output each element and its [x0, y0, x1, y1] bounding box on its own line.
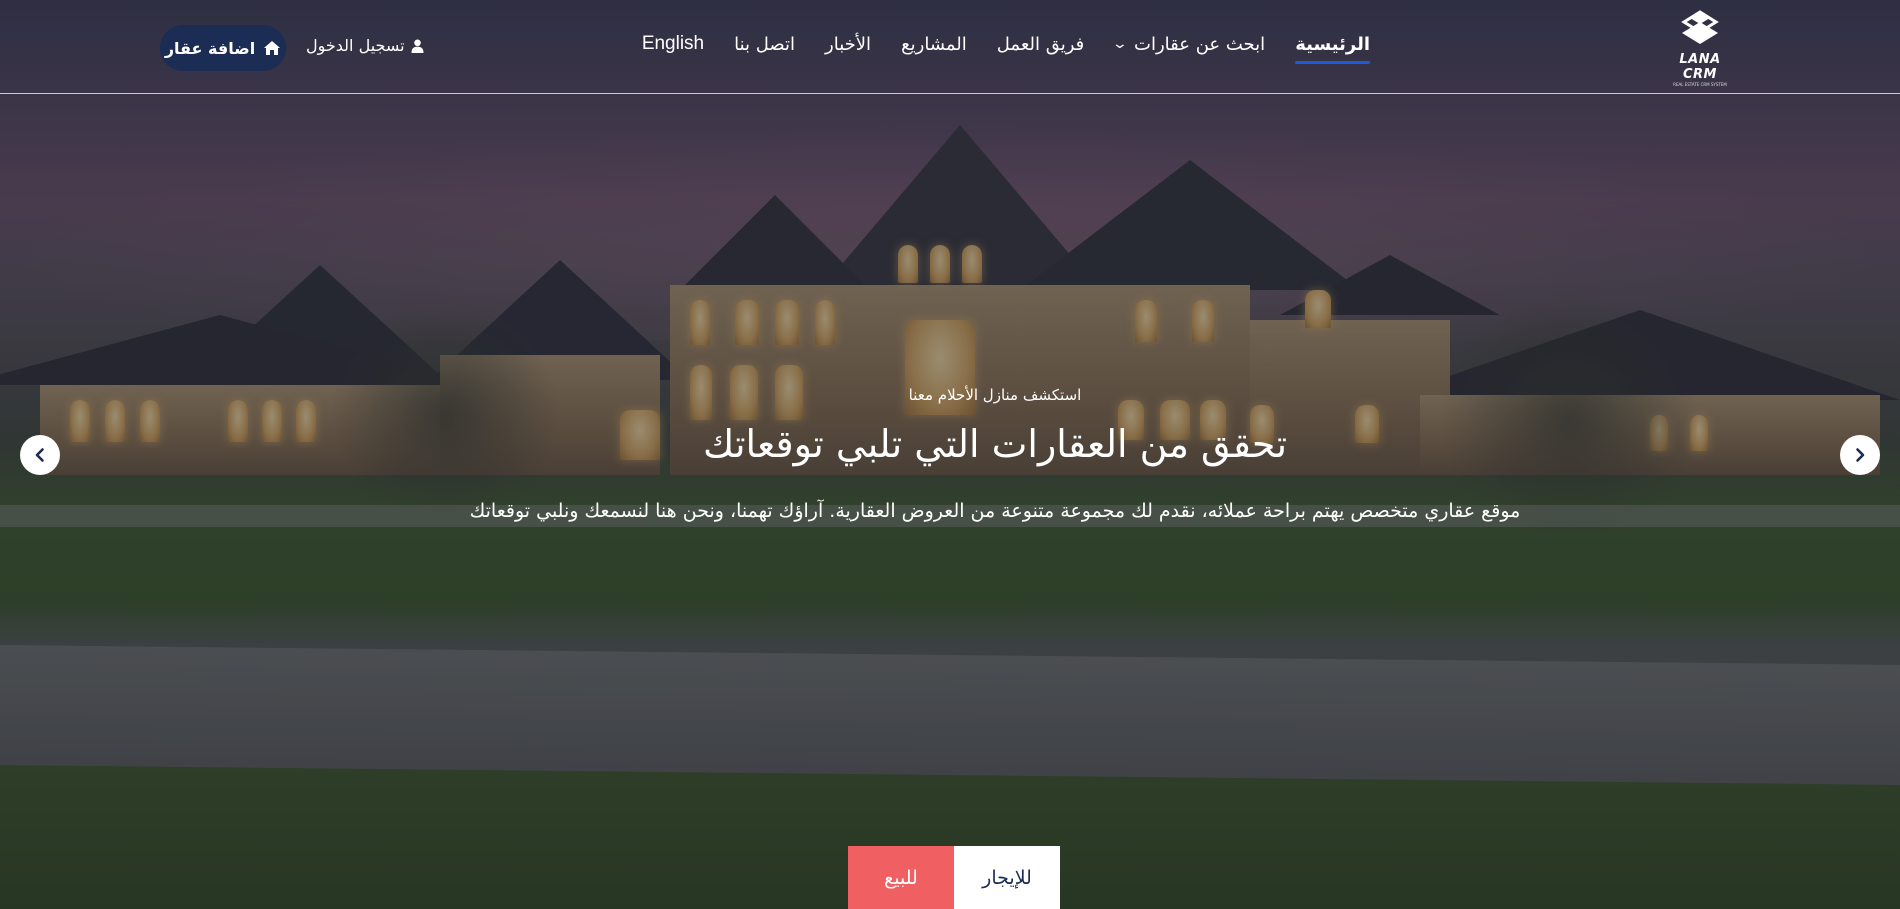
nav-team[interactable]: فريق العمل	[997, 34, 1085, 55]
chevron-left-icon	[35, 448, 44, 462]
nav-projects[interactable]: المشاريع	[901, 34, 967, 55]
login-link[interactable]: تسجيل الدخول	[306, 36, 424, 55]
add-property-button[interactable]: اضافة عقار	[160, 25, 286, 71]
logo-mark-icon	[1681, 10, 1719, 44]
tab-for-rent[interactable]: للإيجار	[954, 846, 1060, 909]
nav-search-properties-label: ابحث عن عقارات	[1134, 33, 1266, 55]
nav-news-label: الأخبار	[825, 33, 872, 55]
slider-next-button[interactable]	[1840, 435, 1880, 475]
home-icon	[264, 41, 281, 55]
nav-search-properties[interactable]: ابحث عن عقارات ⌄	[1111, 33, 1266, 55]
nav-team-label: فريق العمل	[996, 33, 1085, 55]
login-label: تسجيل الدخول	[306, 36, 405, 55]
listing-type-tabs: للبيع للإيجار	[848, 846, 1060, 909]
logo-tagline: REAL ESTATE CRM SYSTEM	[1673, 82, 1727, 87]
chevron-right-icon	[1856, 448, 1865, 462]
nav-language-label: English	[641, 33, 705, 54]
nav-home[interactable]: الرئيسية	[1295, 33, 1370, 64]
hero-headline: تحقق من العقارات التي تلبي توقعاتك	[702, 422, 1288, 466]
tab-for-sale[interactable]: للبيع	[848, 846, 954, 909]
nav-contact[interactable]: اتصل بنا	[734, 34, 795, 55]
hero-eyebrow: استكشف منازل الأحلام معنا	[908, 386, 1082, 404]
lana-crm-logo[interactable]: LANA CRM REAL ESTATE CRM SYSTEM	[1660, 10, 1740, 87]
logo-text: LANA CRM	[1679, 52, 1721, 82]
user-icon	[411, 39, 424, 53]
nav-projects-label: المشاريع	[901, 33, 967, 55]
nav-contact-label: اتصل بنا	[734, 33, 796, 55]
chevron-down-icon: ⌄	[1111, 36, 1129, 52]
nav-news[interactable]: الأخبار	[825, 34, 871, 55]
add-property-label: اضافة عقار	[164, 38, 256, 58]
hero-subline: موقع عقاري متخصص يهتم براحة عملائه، نقدم…	[469, 500, 1521, 522]
nav-language-english[interactable]: English	[642, 33, 704, 55]
main-nav: الرئيسية ابحث عن عقارات ⌄ فريق العمل الم…	[642, 33, 1370, 64]
site-header: LANA CRM REAL ESTATE CRM SYSTEM الرئيسية…	[0, 0, 1900, 94]
slider-prev-button[interactable]	[20, 435, 60, 475]
nav-home-label: الرئيسية	[1295, 33, 1370, 55]
